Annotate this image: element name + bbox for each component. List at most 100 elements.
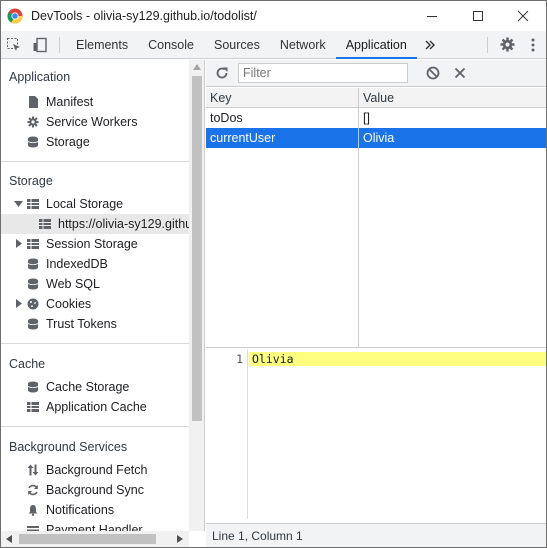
section-divider (1, 426, 189, 427)
chrome-logo-icon (7, 8, 23, 24)
sidebar-item-manifest[interactable]: Manifest (27, 92, 93, 112)
toolbar-divider-right (487, 36, 488, 53)
sidebar-item-label: Cache Storage (46, 380, 130, 394)
delete-selected-button[interactable] (452, 65, 468, 81)
sidebar-item-local-storage-origin[interactable]: https://olivia-sy129.githu (39, 214, 189, 234)
scroll-up-arrow-icon[interactable] (193, 64, 201, 70)
grid-icon (27, 199, 39, 209)
sidebar-item-label: Background Fetch (46, 463, 148, 477)
sync-icon (28, 484, 38, 496)
sidebar-item-application-cache[interactable]: Application Cache (27, 397, 147, 417)
sidebar-item-trust-tokens[interactable]: Trust Tokens (27, 314, 117, 334)
tab-sources[interactable]: Sources (204, 31, 270, 59)
sidebar-item-label: Cookies (46, 297, 92, 311)
filter-input[interactable]: Filter (238, 63, 408, 83)
tab-application[interactable]: Application (335, 31, 417, 59)
value-preview-editor[interactable]: 1 Olivia (206, 349, 546, 519)
sidebar-item-notifications[interactable]: Notifications (27, 500, 114, 520)
sidebar-item-label: Local Storage (46, 197, 124, 211)
code-line[interactable]: Olivia (249, 352, 546, 366)
close-icon (454, 67, 466, 79)
filter-placeholder: Filter (243, 66, 271, 80)
bell-icon (28, 505, 38, 516)
device-mode-icon (33, 37, 47, 52)
grid-icon (39, 219, 51, 229)
sidebar-item-label: Trust Tokens (46, 317, 117, 331)
kebab-menu-icon (531, 38, 535, 51)
horizontal-scroll-thumb[interactable] (19, 534, 156, 544)
sidebar-item-service-workers[interactable]: Service Workers (27, 112, 137, 132)
sidebar-item-cookies[interactable]: Cookies (27, 294, 91, 314)
refresh-button[interactable] (214, 65, 230, 81)
key-value-table: Key Value toDos [] currentUser Olivia (206, 88, 546, 348)
vertical-scroll-thumb[interactable] (192, 76, 202, 421)
sidebar-item-session-storage[interactable]: Session Storage (27, 234, 138, 254)
close-icon (517, 10, 529, 22)
minimize-icon (427, 16, 437, 17)
tab-console[interactable]: Console (138, 31, 204, 59)
sidebar-item-indexeddb[interactable]: IndexedDB (27, 254, 108, 274)
table-row-key[interactable]: currentUser (206, 128, 358, 148)
section-divider (1, 343, 189, 344)
sidebar-item-background-fetch[interactable]: Background Fetch (27, 460, 147, 480)
scroll-left-arrow-icon[interactable] (6, 535, 12, 543)
sidebar-horizontal-scrollbar[interactable] (1, 531, 189, 547)
sidebar-item-web-sql[interactable]: Web SQL (27, 274, 100, 294)
title-bar: DevTools - olivia-sy129.github.io/todoli… (1, 1, 546, 31)
block-icon (426, 66, 440, 80)
maximize-button[interactable] (455, 1, 501, 31)
column-header-key[interactable]: Key (206, 88, 358, 108)
sidebar-item-payment-handler[interactable]: Payment Handler (27, 520, 143, 531)
document-icon (29, 96, 38, 108)
database-icon (27, 381, 39, 393)
database-icon (27, 318, 39, 330)
table-row-value[interactable]: Olivia (359, 128, 546, 148)
gear-icon (499, 37, 515, 52)
expand-arrow-down-icon[interactable] (14, 200, 23, 209)
sidebar-item-label: Manifest (46, 95, 94, 109)
database-icon (27, 278, 39, 290)
clear-all-button[interactable] (425, 65, 441, 81)
grid-icon (27, 402, 39, 412)
tab-elements[interactable]: Elements (66, 31, 138, 59)
settings-button[interactable] (494, 31, 520, 59)
more-tabs-button[interactable] (417, 31, 443, 59)
section-header-application: Application (9, 70, 71, 84)
grid-icon (27, 239, 39, 249)
sidebar-item-label: Payment Handler (46, 523, 143, 531)
storage-main-panel: Filter Key Value toDos [] currentUser Ol (206, 60, 546, 547)
sidebar-item-label: Notifications (46, 503, 115, 517)
table-row-key[interactable]: toDos (206, 108, 358, 128)
customize-menu-button[interactable] (520, 31, 546, 59)
column-header-value[interactable]: Value (359, 88, 546, 108)
tab-network[interactable]: Network (270, 31, 336, 59)
expand-arrow-right-icon[interactable] (15, 239, 23, 248)
sidebar-item-background-sync[interactable]: Background Sync (27, 480, 144, 500)
section-divider (1, 161, 189, 162)
table-row-value[interactable]: [] (359, 108, 546, 128)
sidebar-item-cache-storage[interactable]: Cache Storage (27, 377, 129, 397)
devtools-window: DevTools - olivia-sy129.github.io/todoli… (0, 0, 547, 548)
editor-status-bar: Line 1, Column 1 (206, 523, 546, 547)
sidebar-item-label: https://olivia-sy129.githu (58, 217, 189, 231)
sidebar-item-local-storage[interactable]: Local Storage (27, 194, 123, 214)
section-header-cache: Cache (9, 357, 46, 371)
toolbar-divider (59, 36, 60, 53)
sidebar-vertical-scrollbar[interactable] (189, 60, 205, 531)
sidebar-item-label: Session Storage (46, 237, 138, 251)
device-toolbar-button[interactable] (27, 31, 53, 59)
sidebar-item-storage[interactable]: Storage (27, 132, 90, 152)
line-number: 1 (236, 352, 243, 366)
sidebar-item-label: IndexedDB (46, 257, 108, 271)
minimize-button[interactable] (409, 1, 455, 31)
inspect-element-button[interactable] (1, 31, 27, 59)
expand-arrow-right-icon[interactable] (15, 299, 23, 308)
cookie-icon (27, 298, 39, 310)
devtools-toolbar: Elements Console Sources Network Applica… (1, 31, 546, 59)
sidebar-item-label: Service Workers (46, 115, 138, 129)
column-divider (358, 88, 359, 348)
close-window-button[interactable] (500, 1, 546, 31)
scroll-right-arrow-icon[interactable] (177, 535, 183, 543)
sidebar-item-label: Background Sync (46, 483, 144, 497)
storage-toolbar: Filter (206, 60, 546, 87)
